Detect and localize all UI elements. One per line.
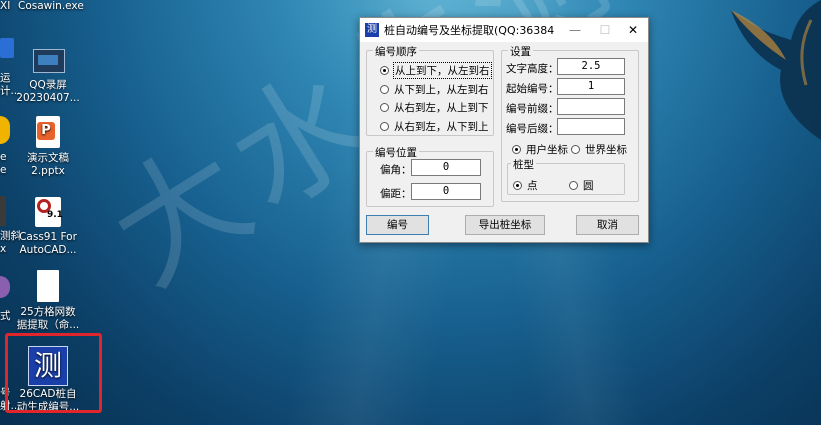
offset-label: 偏距： xyxy=(380,188,412,200)
radio-icon xyxy=(512,145,521,154)
start-number-input[interactable]: 1 xyxy=(557,78,625,95)
pile-type-legend: 桩型 xyxy=(511,157,536,172)
radio-icon xyxy=(380,122,389,131)
number-button[interactable]: 编号 xyxy=(366,215,429,235)
blank-file-icon xyxy=(31,270,65,304)
partial-app-icon[interactable] xyxy=(0,196,6,226)
desktop-icon-25-grid[interactable]: 25方格网数 据提取（命... xyxy=(13,270,83,332)
prefix-input[interactable] xyxy=(557,98,625,115)
desktop-icon-cass91[interactable]: 9.1 Cass91 For AutoCAD... xyxy=(13,195,83,257)
prefix-label: 编号前缀： xyxy=(506,103,559,115)
app-icon: 测 xyxy=(365,23,379,37)
desktop-icon-qq-recording[interactable]: QQ录屏 20230407... xyxy=(13,43,83,105)
export-pile-coords-button[interactable]: 导出桩坐标 xyxy=(465,215,545,235)
close-button[interactable]: ✕ xyxy=(618,18,648,42)
coord-user-option[interactable]: 用户坐标 xyxy=(512,142,568,157)
order-option-1[interactable]: 从上到下，从左到右 xyxy=(380,62,492,79)
order-option-4[interactable]: 从右到左，从下到上 xyxy=(380,119,489,134)
pile-numbering-dialog: 测 桩自动编号及坐标提取(QQ:363842... — ☐ ✕ 编号顺序 从上到… xyxy=(359,17,649,243)
dialog-titlebar[interactable]: 测 桩自动编号及坐标提取(QQ:363842... — ☐ ✕ xyxy=(360,18,648,42)
powerpoint-file-icon: P xyxy=(31,116,65,150)
desktop-label-cosawin: Cosawin.exe xyxy=(18,0,84,12)
video-file-icon xyxy=(31,43,65,77)
start-number-label: 起始编号： xyxy=(506,83,559,95)
suffix-label: 编号后缀： xyxy=(506,123,559,135)
partial-app-icon[interactable] xyxy=(0,38,14,58)
radio-icon xyxy=(380,85,389,94)
highlight-box xyxy=(5,333,102,413)
radio-icon xyxy=(513,181,522,190)
pile-circle-option[interactable]: 圆 xyxy=(569,178,594,193)
offset-input[interactable]: 0 xyxy=(411,183,481,200)
radio-icon xyxy=(380,103,389,112)
suffix-input[interactable] xyxy=(557,118,625,135)
desktop-partial-label-top: XI xyxy=(0,0,11,12)
maximize-button[interactable]: ☐ xyxy=(590,18,620,42)
cass-app-icon: 9.1 xyxy=(31,195,65,229)
order-option-3[interactable]: 从右到左，从上到下 xyxy=(380,100,489,115)
radio-icon xyxy=(569,181,578,190)
angle-label: 偏角： xyxy=(380,164,412,176)
desktop-partial-label-5: 式 xyxy=(0,310,11,322)
radio-icon xyxy=(380,66,389,75)
desktop-icon-pptx[interactable]: P 演示文稿 2.pptx xyxy=(13,116,83,178)
angle-input[interactable]: 0 xyxy=(411,159,481,176)
radio-icon xyxy=(571,145,580,154)
order-option-2[interactable]: 从下到上，从左到右 xyxy=(380,82,489,97)
dialog-title: 桩自动编号及坐标提取(QQ:363842... xyxy=(384,24,554,37)
cancel-button[interactable]: 取消 xyxy=(576,215,639,235)
position-group-legend: 编号位置 xyxy=(373,145,419,160)
text-height-input[interactable]: 2.5 xyxy=(557,58,625,75)
text-height-label: 文字高度： xyxy=(506,63,559,75)
desktop-partial-label-3: e e xyxy=(0,151,7,176)
wallpaper-mermaid-tail xyxy=(731,0,821,140)
pile-point-option[interactable]: 点 xyxy=(513,178,538,193)
order-group-legend: 编号顺序 xyxy=(373,44,419,59)
minimize-button[interactable]: — xyxy=(560,18,590,42)
settings-group-legend: 设置 xyxy=(508,44,533,59)
coord-world-option[interactable]: 世界坐标 xyxy=(571,142,627,157)
